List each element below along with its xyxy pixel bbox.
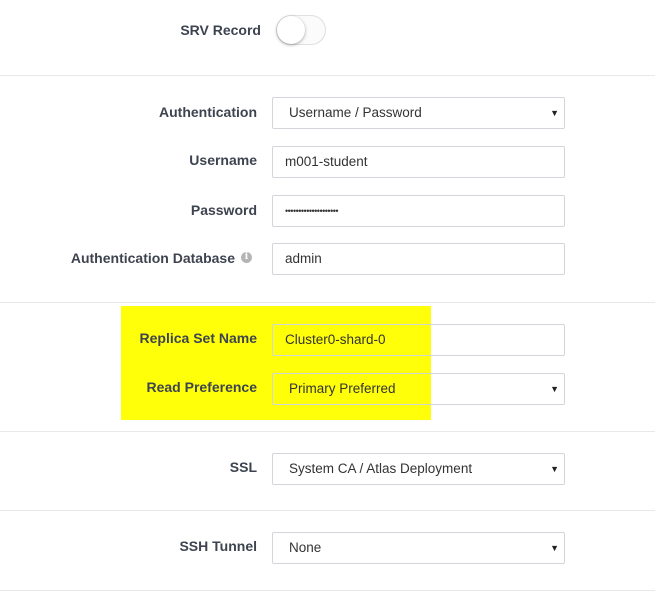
read-preference-value: Primary Preferred [289,381,396,396]
auth-db-label: Authentication Database [70,250,235,266]
section-divider [0,510,655,511]
replica-set-name-input[interactable]: Cluster0-shard-0 [272,324,565,356]
chevron-down-icon: ▼ [550,384,559,394]
read-preference-label: Read Preference [146,379,257,395]
chevron-down-icon: ▼ [550,464,559,474]
replica-set-name-label: Replica Set Name [139,330,258,346]
username-label: Username [189,152,257,168]
authentication-value: Username / Password [289,105,422,120]
username-input[interactable]: m001-student [272,146,565,178]
ssh-tunnel-value: None [289,540,322,555]
password-label: Password [190,202,257,218]
info-icon[interactable]: i [241,252,252,263]
section-divider [0,590,655,591]
auth-db-input[interactable]: admin [272,243,565,275]
toggle-knob [277,16,305,44]
password-value: •••••••••••••••••••• [285,206,339,216]
srv-record-toggle[interactable] [276,15,326,45]
section-divider [0,75,655,76]
replica-set-name-value: Cluster0-shard-0 [285,332,386,347]
section-divider [0,302,655,303]
ssl-select[interactable]: System CA / Atlas Deployment ▼ [272,453,565,485]
ssl-value: System CA / Atlas Deployment [289,461,473,476]
section-divider [0,431,655,432]
srv-record-label: SRV Record [180,22,261,38]
ssl-label: SSL [229,459,257,475]
chevron-down-icon: ▼ [550,108,559,118]
password-input[interactable]: •••••••••••••••••••• [272,195,565,227]
ssh-tunnel-label: SSH Tunnel [179,538,257,554]
username-value: m001-student [285,154,368,169]
auth-db-value: admin [285,251,322,266]
authentication-label: Authentication [159,104,257,120]
chevron-down-icon: ▼ [550,543,559,553]
read-preference-select[interactable]: Primary Preferred ▼ [272,373,565,405]
authentication-select[interactable]: Username / Password ▼ [272,97,565,129]
ssh-tunnel-select[interactable]: None ▼ [272,532,565,564]
